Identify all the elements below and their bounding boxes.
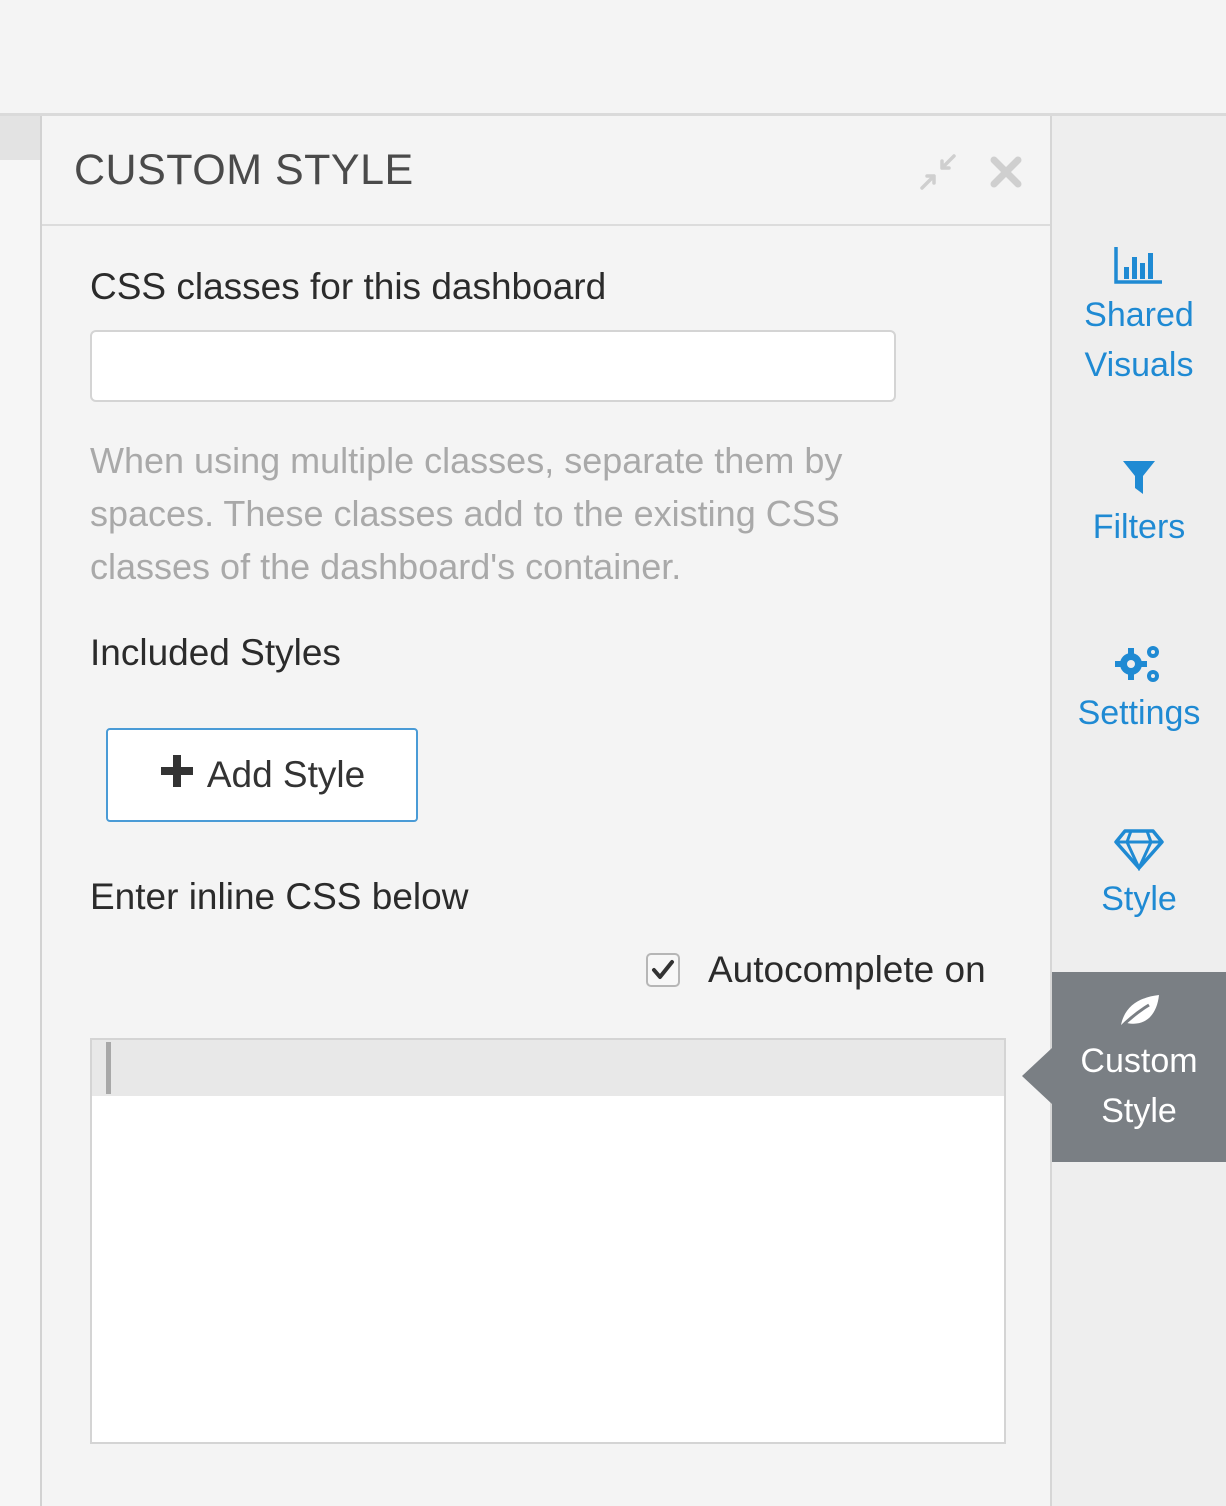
leaf-icon <box>1115 986 1163 1036</box>
sidebar-item-style[interactable]: Style <box>1052 824 1226 924</box>
editor-cursor <box>106 1042 111 1094</box>
sidebar-item-shared-visuals[interactable]: Shared Visuals <box>1052 240 1226 390</box>
css-classes-help-text: When using multiple classes, separate th… <box>90 440 843 587</box>
sidebar-item-label: Settings <box>1077 694 1201 732</box>
collapse-icon[interactable] <box>918 152 958 192</box>
sidebar-item-label: Visuals <box>1084 346 1194 384</box>
dashboard-canvas-edge <box>0 116 40 1506</box>
active-tab-pointer <box>1022 1048 1052 1104</box>
add-style-label: Add Style <box>206 754 366 795</box>
close-icon[interactable] <box>986 152 1026 192</box>
sidebar-item-filters[interactable]: Filters <box>1052 452 1226 552</box>
filter-icon <box>1119 452 1159 502</box>
canvas-tab-stub <box>0 116 40 160</box>
add-style-button[interactable]: Add Style <box>106 728 418 822</box>
sidebar-item-label: Shared <box>1084 296 1194 334</box>
sidebar-item-custom-style[interactable]: Custom Style <box>1052 972 1226 1162</box>
right-sidebar: Shared Visuals Filters Settings Style Cu… <box>1052 116 1226 1506</box>
editor-active-line <box>92 1040 1004 1096</box>
plus-icon <box>159 753 195 798</box>
panel-header: CUSTOM STYLE <box>42 116 1050 226</box>
sidebar-item-label: Filters <box>1092 508 1186 546</box>
sidebar-item-label: Style <box>1101 880 1177 918</box>
css-classes-label: CSS classes for this dashboard <box>90 266 607 307</box>
sidebar-item-label: Style <box>1101 1092 1177 1130</box>
autocomplete-checkbox[interactable] <box>646 953 680 987</box>
gears-icon <box>1113 638 1165 688</box>
panel-title: CUSTOM STYLE <box>74 146 414 194</box>
bar-chart-icon <box>1113 240 1165 290</box>
custom-style-panel: CUSTOM STYLE CSS classes for this dashbo… <box>40 116 1052 1506</box>
included-styles-label: Included Styles <box>90 632 341 673</box>
sidebar-item-label: Custom <box>1080 1042 1198 1080</box>
diamond-icon <box>1113 824 1165 874</box>
checkmark-icon <box>652 960 674 979</box>
autocomplete-label: Autocomplete on <box>708 949 986 990</box>
sidebar-item-settings[interactable]: Settings <box>1052 638 1226 738</box>
inline-css-editor[interactable] <box>90 1038 1006 1444</box>
css-classes-input[interactable] <box>90 330 896 402</box>
autocomplete-toggle[interactable]: Autocomplete on <box>646 946 986 994</box>
top-bar <box>0 0 1226 116</box>
inline-css-label: Enter inline CSS below <box>90 876 469 917</box>
